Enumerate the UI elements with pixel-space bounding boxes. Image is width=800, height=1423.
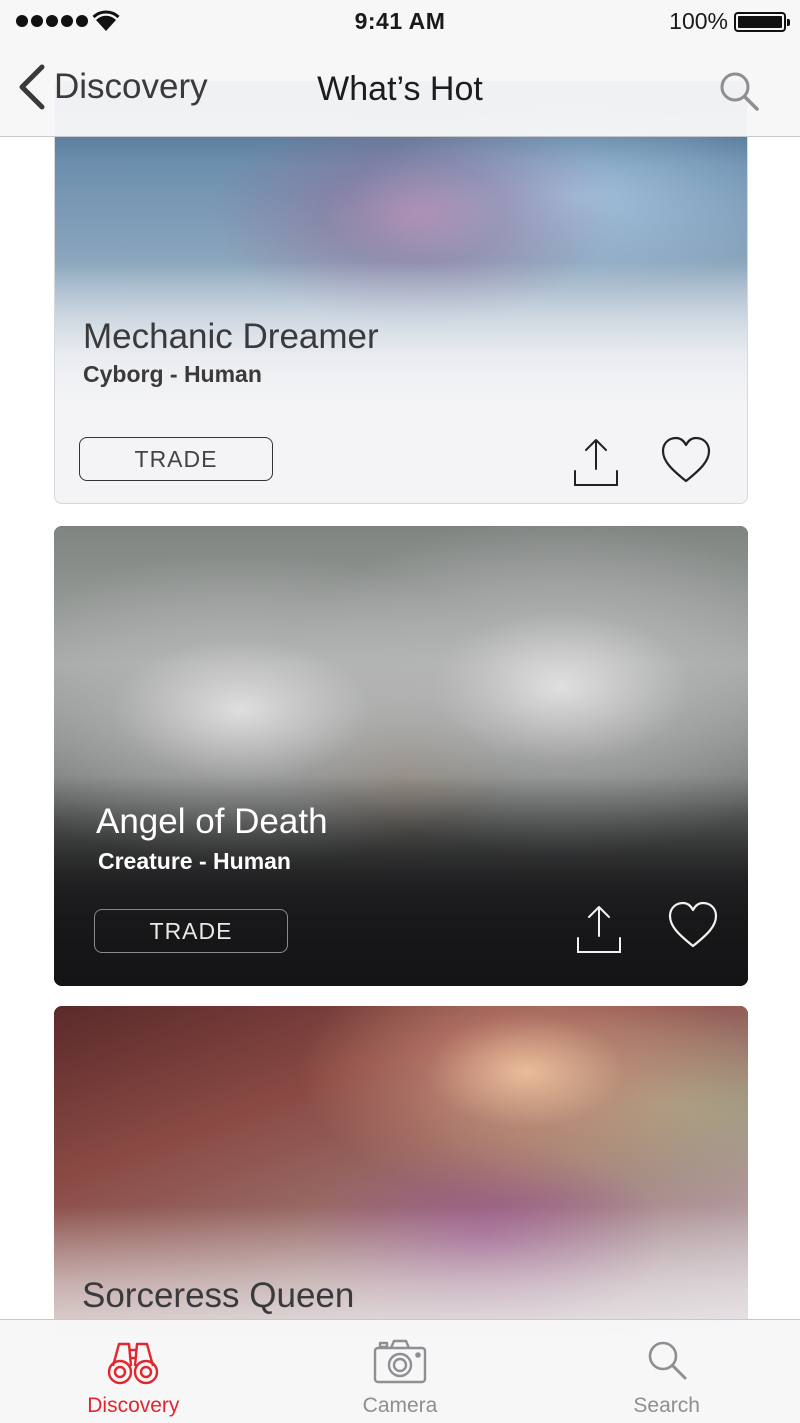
heart-icon[interactable] (666, 898, 720, 952)
card-title: Angel of Death (96, 802, 328, 841)
card-title: Sorceress Queen (82, 1276, 355, 1315)
tab-discovery[interactable]: Discovery (0, 1320, 267, 1423)
tab-label: Discovery (87, 1394, 180, 1417)
card-subtitle: Creature - Human (98, 848, 291, 874)
share-icon[interactable] (572, 902, 626, 956)
battery-percent: 100% (669, 8, 728, 34)
battery-icon (734, 12, 790, 32)
tab-camera[interactable]: Camera (267, 1320, 534, 1423)
status-bar: 9:41 AM 100% (0, 0, 800, 44)
tab-label: Search (633, 1394, 700, 1417)
card-subtitle: Cyborg - Human (83, 361, 262, 387)
tab-label: Camera (362, 1394, 438, 1417)
camera-icon (373, 1339, 427, 1384)
card-angel-of-death[interactable]: Angel of Death Creature - Human TRADE (54, 526, 748, 986)
search-icon (648, 1341, 687, 1380)
tab-bar: Discovery Camera Search (0, 1319, 800, 1423)
trade-button[interactable]: TRADE (79, 437, 273, 481)
tab-search[interactable]: Search (533, 1320, 800, 1423)
search-icon[interactable] (718, 70, 760, 112)
binoculars-icon (108, 1342, 159, 1385)
share-icon[interactable] (569, 435, 623, 489)
card-title: Mechanic Dreamer (83, 317, 379, 356)
page-title: What’s Hot (317, 70, 483, 108)
card-mechanic-dreamer[interactable]: Mechanic Dreamer Cyborg - Human TRADE (54, 80, 748, 504)
trade-button[interactable]: TRADE (94, 909, 288, 953)
heart-icon[interactable] (659, 433, 713, 487)
